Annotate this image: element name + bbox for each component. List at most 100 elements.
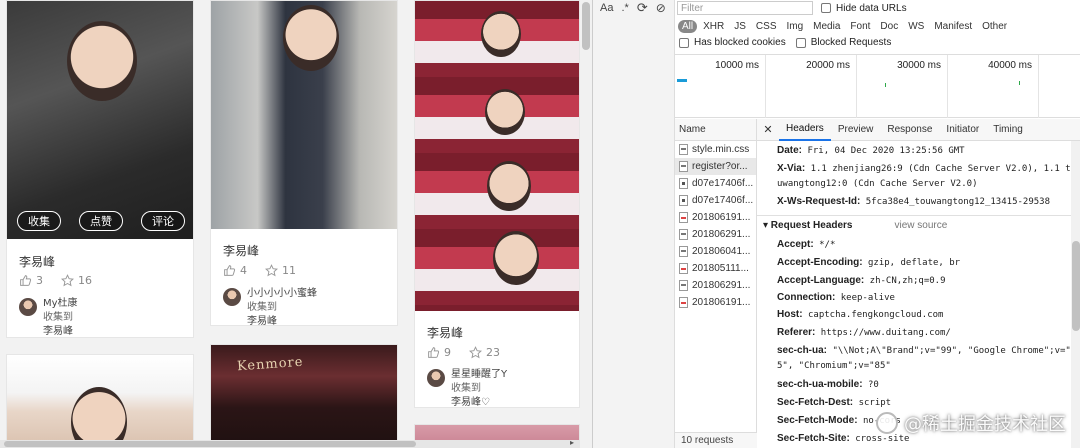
hide-data-urls-checkbox[interactable]: Hide data URLs (821, 3, 907, 14)
request-row[interactable]: style.min.css (675, 141, 756, 158)
script-icon (679, 195, 688, 206)
type-js[interactable]: JS (730, 20, 750, 33)
pin-card-5[interactable]: Kenmore (210, 344, 398, 448)
owner-name[interactable]: 小小小小小蜜蜂 (247, 287, 317, 301)
like-count[interactable]: 3 (19, 274, 43, 287)
pin-image-5[interactable]: Kenmore (211, 345, 397, 447)
type-img[interactable]: Img (782, 20, 807, 33)
vertical-scrollbar[interactable] (580, 0, 592, 448)
header-line: X-Ws-Request-Id: 5fca38e4_touwangtong12_… (777, 196, 1050, 207)
avatar[interactable] (19, 298, 37, 316)
waterfall-page: 收集 点赞 评论 李易峰 3 16 My杜康 收集到 李易峰 李易峰 4 11 … (0, 0, 592, 448)
header-key: Connection: (777, 292, 836, 303)
pin-image-4[interactable] (7, 355, 193, 447)
pin-stats: 9 23 (427, 346, 500, 359)
pin-card-2[interactable]: 李易峰 4 11 小小小小小蜜蜂 收集到 李易峰 (210, 0, 398, 326)
details-scrollbar[interactable] (1071, 141, 1080, 448)
star-count[interactable]: 16 (61, 274, 92, 287)
pin-card-1[interactable]: 收集 点赞 评论 李易峰 3 16 My杜康 收集到 李易峰 (6, 0, 194, 338)
type-manifest[interactable]: Manifest (930, 20, 976, 33)
star-count[interactable]: 11 (265, 264, 296, 277)
scrollbar-thumb[interactable] (4, 441, 416, 447)
scrollbar-thumb[interactable] (582, 2, 590, 50)
checkbox-box[interactable] (679, 37, 689, 48)
image-file-icon (679, 212, 688, 223)
checkbox-box[interactable] (795, 37, 806, 48)
filter-input[interactable]: Filter (677, 1, 813, 15)
clear-icon[interactable]: ⊘ (656, 1, 666, 15)
type-font[interactable]: Font (846, 20, 874, 33)
regex-icon[interactable]: .* (621, 2, 628, 14)
timeline-tick: 30000 ms (857, 55, 948, 118)
name-column-header[interactable]: Name (675, 119, 756, 141)
pin-card-3[interactable]: 李易峰 9 23 星星睡醒了Y 收集到 李易峰♡ (414, 0, 580, 408)
header-value: Fri, 04 Dec 2020 13:25:56 GMT (807, 146, 965, 156)
request-row[interactable]: 201806191... (675, 209, 756, 226)
like-button[interactable]: 点赞 (79, 211, 123, 231)
request-row[interactable]: 201806291... (675, 277, 756, 294)
header-line: sec-ch-ua-mobile: ?0 (777, 379, 879, 390)
pin-card-4[interactable] (6, 354, 194, 448)
header-value: captcha.fengkongcloud.com (807, 310, 944, 320)
refresh-icon[interactable]: ⟳ (637, 0, 648, 16)
header-line: sec-ch-ua: "\\Not;A\"Brand";v="99", "Goo… (777, 345, 1076, 356)
blocked-requests-checkbox[interactable]: Blocked Requests (795, 37, 891, 48)
request-headers-section[interactable]: ▾ Request Headers view source (763, 220, 947, 231)
view-source-link[interactable]: view source (895, 220, 948, 231)
type-media[interactable]: Media (809, 20, 844, 33)
scrollbar-thumb[interactable] (1072, 241, 1080, 331)
owner-name[interactable]: My杜康 (43, 297, 79, 311)
network-overview-timeline[interactable]: 10000 ms 20000 ms 30000 ms 40000 ms (675, 54, 1080, 118)
owner-name[interactable]: 星星睡醒了Y (451, 368, 507, 382)
request-row[interactable]: 201806291... (675, 226, 756, 243)
blocked-cookies-label: Has blocked cookies (694, 37, 786, 48)
collect-button[interactable]: 收集 (17, 211, 61, 231)
album-link[interactable]: 李易峰 (247, 315, 317, 325)
like-count-value: 3 (36, 274, 43, 287)
pin-image-3[interactable] (415, 1, 579, 311)
type-other[interactable]: Other (978, 20, 1011, 33)
like-count[interactable]: 9 (427, 346, 451, 359)
request-row[interactable]: 201806191... (675, 294, 756, 311)
type-all[interactable]: All (678, 19, 698, 33)
blocked-cookies-checkbox[interactable]: Has blocked cookies (679, 37, 786, 48)
header-value: 1.1 zhenjiang26:9 (Cdn Cache Server V2.0… (810, 164, 1077, 174)
request-row[interactable]: 201806041... (675, 243, 756, 260)
avatar[interactable] (427, 369, 445, 387)
tick-label: 30000 ms (897, 60, 941, 71)
header-key: Sec-Fetch-Dest: (777, 397, 854, 408)
request-row-selected[interactable]: register?or... (675, 158, 756, 175)
timeline-bar (1019, 81, 1020, 85)
tab-preview[interactable]: Preview (831, 119, 881, 141)
horizontal-scrollbar[interactable] (0, 440, 580, 448)
tab-headers[interactable]: Headers (779, 119, 831, 141)
header-value: keep-alive (840, 293, 895, 303)
header-key: Referer: (777, 327, 816, 338)
checkbox-box[interactable] (821, 3, 831, 13)
avatar[interactable] (223, 288, 241, 306)
type-doc[interactable]: Doc (876, 20, 902, 33)
type-ws[interactable]: WS (904, 20, 928, 33)
pin-image-1[interactable] (7, 1, 193, 239)
tab-initiator[interactable]: Initiator (939, 119, 986, 141)
star-count[interactable]: 23 (469, 346, 500, 359)
pin-owner: 星星睡醒了Y 收集到 李易峰♡ (427, 368, 507, 407)
tab-response[interactable]: Response (880, 119, 939, 141)
pin-image-2[interactable] (211, 1, 397, 229)
header-value: script (858, 398, 892, 408)
tab-timing[interactable]: Timing (986, 119, 1030, 141)
scroll-right-arrow-icon[interactable]: ▸ (570, 438, 574, 447)
request-row[interactable]: d07e17406f... (675, 192, 756, 209)
album-link[interactable]: 李易峰♡ (451, 396, 507, 407)
match-case-button[interactable]: Aa (600, 2, 613, 14)
header-value: ?0 (868, 380, 879, 390)
request-row[interactable]: 201805111... (675, 260, 756, 277)
album-link[interactable]: 李易峰 (43, 325, 79, 337)
type-xhr[interactable]: XHR (699, 20, 728, 33)
comment-button[interactable]: 评论 (141, 211, 185, 231)
close-icon[interactable]: ✕ (757, 123, 779, 136)
like-count[interactable]: 4 (223, 264, 247, 277)
resource-type-filter: All XHR JS CSS Img Media Font Doc WS Man… (675, 17, 1080, 35)
request-row[interactable]: d07e17406f... (675, 175, 756, 192)
type-css[interactable]: CSS (752, 20, 781, 33)
